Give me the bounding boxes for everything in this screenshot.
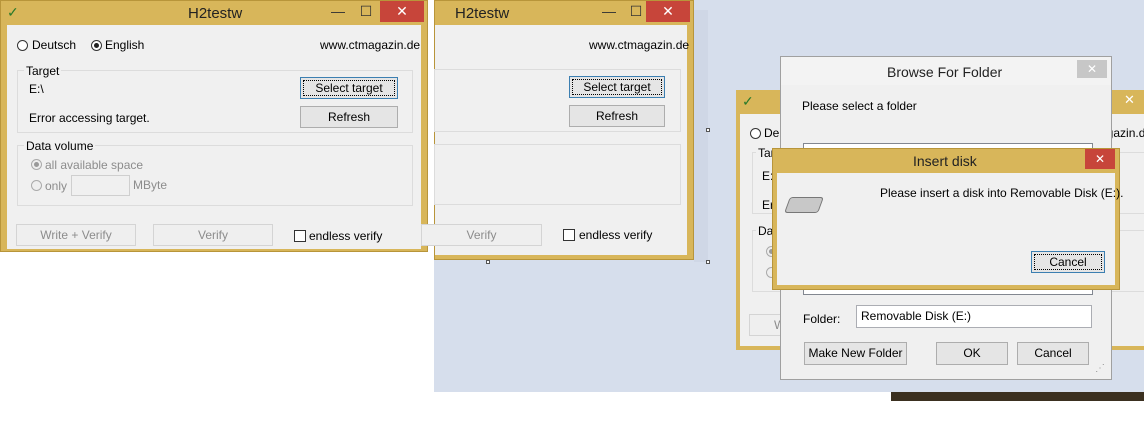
removable-disk-icon [784,197,824,213]
radio-deutsch[interactable] [750,128,761,139]
app-logo-icon: ✓ [7,4,19,20]
folder-input[interactable]: Removable Disk (E:) [856,305,1092,328]
window-2-edge [694,10,708,262]
radio-only[interactable] [31,180,42,191]
dialog-title: Insert disk [913,153,977,169]
insert-disk-dialog: Insert disk ✕ Please insert a disk into … [772,148,1123,290]
window-title: H2testw [455,5,510,22]
endless-verify-label: endless verify [309,229,383,243]
endless-verify-label: endless verify [579,228,653,242]
resize-grip-icon[interactable]: ⋰ [1095,363,1105,374]
radio-all-space-label: all available space [45,158,144,172]
cancel-button[interactable]: Cancel [1031,251,1105,273]
dialog-prompt: Please select a folder [802,99,917,113]
ok-button[interactable]: OK [936,342,1008,365]
minimize-button[interactable]: — [327,3,349,19]
mbyte-input[interactable] [71,175,130,196]
radio-deutsch-label: Deutsch [32,38,77,52]
website-link[interactable]: www.ctmagazin.de [320,38,420,52]
make-new-folder-button[interactable]: Make New Folder [804,342,907,365]
resize-handle[interactable] [706,128,710,132]
taskbar-strip [891,392,1144,401]
maximize-button[interactable]: ☐ [625,3,647,20]
verify-button[interactable]: Verify [153,224,273,246]
app-logo-icon: ✓ [742,93,754,109]
radio-deutsch[interactable] [17,40,28,51]
insert-disk-message: Please insert a disk into Removable Disk… [880,186,1124,200]
refresh-button[interactable]: Refresh [300,106,398,128]
radio-english[interactable] [91,40,102,51]
data-volume-group [434,144,681,205]
close-button[interactable]: ✕ [380,1,424,22]
h2testw-window-1: ✓ H2testw — ☐ ✕ Deutsch English www.ctma… [0,0,428,252]
target-status: Error accessing target. [29,111,150,125]
refresh-button[interactable]: Refresh [569,105,665,127]
target-group-label: Target [24,64,62,78]
website-link[interactable]: www.ctmagazin.de [589,38,689,52]
window-client: www.ctmagazin.de Select target Refresh V… [421,25,689,255]
resize-handle[interactable] [706,260,710,264]
dialog-client: Please insert a disk into Removable Disk… [777,173,1123,285]
write-verify-button[interactable]: Write + Verify [16,224,136,246]
window-client: Deutsch English www.ctmagazin.de Target … [7,25,421,249]
select-target-button[interactable]: Select target [569,76,665,98]
target-path: E:\ [29,82,44,96]
endless-verify-checkbox[interactable] [563,229,575,241]
window-title: H2testw [188,5,243,22]
mbyte-unit: MByte [133,178,168,192]
h2testw-window-2: H2testw — ☐ ✕ www.ctmagazin.de Select ta… [421,0,694,260]
dialog-title: Browse For Folder [887,64,1003,80]
maximize-button[interactable]: ☐ [355,3,377,20]
select-target-button[interactable]: Select target [300,77,398,99]
radio-only-label: only [45,179,68,193]
close-button[interactable]: ✕ [1085,149,1115,169]
resize-handle[interactable] [486,260,490,264]
close-button[interactable]: ✕ [1124,92,1135,108]
endless-verify-checkbox[interactable] [294,230,306,242]
data-volume-label: Data volume [24,139,96,153]
radio-english-label: English [105,38,145,52]
close-button[interactable]: ✕ [646,1,690,22]
close-button[interactable]: ✕ [1077,60,1107,78]
verify-button[interactable]: Verify [421,224,542,246]
radio-all-space[interactable] [31,159,42,170]
folder-label: Folder: [803,312,841,326]
minimize-button[interactable]: — [598,3,620,19]
cancel-button[interactable]: Cancel [1017,342,1089,365]
